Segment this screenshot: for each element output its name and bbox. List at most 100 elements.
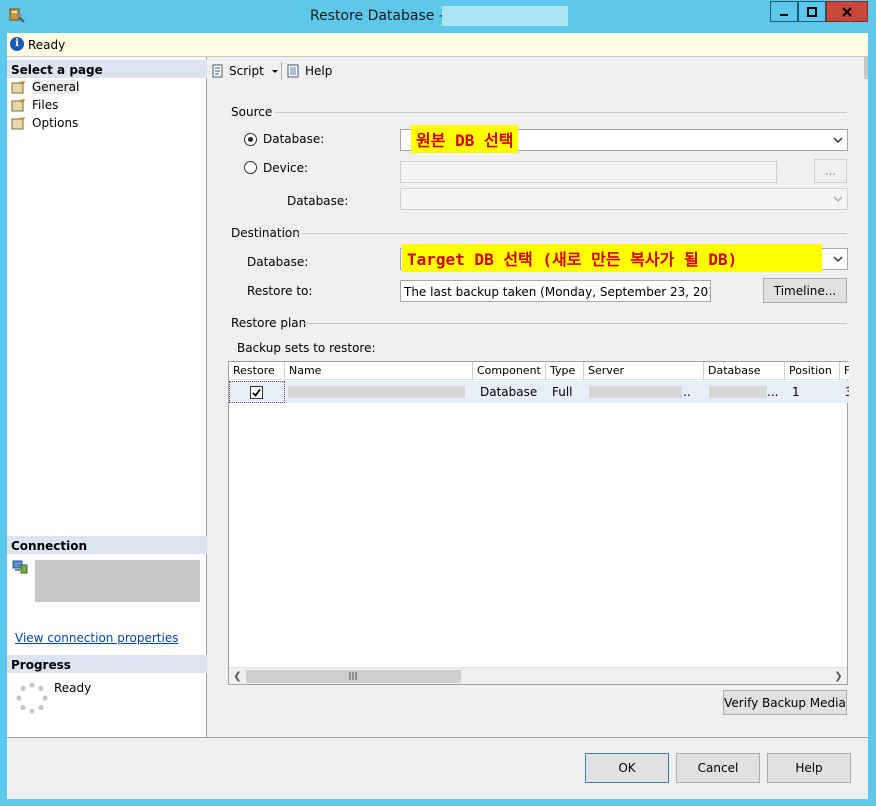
destination-group-line	[297, 233, 847, 234]
scrollbar-thumb[interactable]	[246, 670, 461, 683]
maximize-icon	[807, 6, 817, 17]
help-toolbar-label: Help	[305, 64, 333, 78]
destination-database-label: Database:	[247, 255, 309, 269]
wrench-page-icon	[11, 81, 25, 94]
destination-annotation: Target DB 선택 (새로 만든 복사가 될 DB)	[402, 244, 822, 272]
timeline-button[interactable]: Timeline...	[763, 278, 847, 303]
right-pane: Script Help Source Database: 원본 DB 선택 De…	[207, 57, 868, 737]
status-text: Ready	[28, 38, 66, 52]
close-icon	[842, 6, 852, 17]
component-cell: Database	[480, 385, 538, 399]
table-row[interactable]: Database Full .. ... 1 3	[229, 381, 849, 403]
scroll-right-button[interactable]: ❯	[830, 668, 847, 685]
chevron-down-icon	[833, 137, 843, 144]
restore-database-window: Restore Database - i Ready Select a page…	[0, 0, 876, 806]
checkmark-icon	[252, 388, 261, 397]
left-pane: Select a page General Files Options Conn…	[7, 57, 207, 737]
script-icon	[212, 64, 223, 78]
page-item-label: Options	[32, 116, 79, 130]
progress-spinner-icon	[16, 682, 48, 714]
redacted-backup-name	[288, 386, 465, 398]
bottom-separator	[7, 737, 868, 738]
device-source-label: Device:	[263, 161, 309, 175]
destination-group-label: Destination	[231, 226, 300, 240]
column-header-restore[interactable]: Restore	[229, 362, 285, 380]
redacted-server-value	[589, 386, 682, 398]
grid-header: Restore Name Component Type Server Datab…	[229, 362, 849, 380]
verify-backup-media-button[interactable]: Verify Backup Media	[723, 690, 847, 715]
device-database-label: Database:	[287, 194, 349, 208]
column-header-name[interactable]: Name	[285, 362, 473, 380]
vertical-scrollbar-stub[interactable]	[864, 57, 868, 79]
progress-header: Progress	[7, 655, 207, 673]
dropdown-arrow-icon	[271, 70, 278, 73]
scroll-left-button[interactable]: ❮	[229, 668, 246, 685]
cancel-button[interactable]: Cancel	[676, 753, 760, 783]
column-header-type[interactable]: Type	[546, 362, 584, 380]
select-page-header: Select a page	[7, 60, 207, 78]
column-header-database[interactable]: Database	[704, 362, 785, 380]
type-cell: Full	[552, 385, 573, 399]
database-source-radio[interactable]	[244, 133, 257, 146]
minimize-button[interactable]	[770, 1, 798, 22]
page-item-files[interactable]: Files	[11, 96, 58, 114]
help-button[interactable]: Help	[767, 753, 851, 783]
info-icon: i	[10, 37, 24, 51]
restore-to-label: Restore to:	[247, 284, 313, 298]
page-item-general[interactable]: General	[11, 78, 80, 96]
browse-device-button[interactable]: ...	[814, 159, 847, 183]
redacted-server-name	[442, 6, 568, 26]
device-database-combo[interactable]	[400, 188, 848, 210]
close-button[interactable]	[826, 1, 868, 22]
database-source-label: Database:	[263, 132, 325, 146]
script-label: Script	[229, 64, 264, 78]
view-connection-properties-link[interactable]: View connection properties	[15, 631, 178, 645]
restore-checkbox[interactable]	[250, 386, 263, 399]
restore-plan-group-label: Restore plan	[231, 316, 307, 330]
window-title: Restore Database -	[310, 8, 444, 24]
server-cell-suffix: ..	[683, 385, 691, 399]
column-header-truncated[interactable]: F	[840, 362, 849, 380]
page-item-options[interactable]: Options	[11, 114, 78, 132]
backup-sets-label: Backup sets to restore:	[237, 341, 376, 355]
ok-button[interactable]: OK	[585, 753, 669, 783]
maximize-button[interactable]	[798, 1, 826, 22]
chevron-down-icon	[833, 256, 843, 263]
horizontal-scrollbar[interactable]: ❮ ❯	[229, 667, 847, 684]
script-button[interactable]: Script	[210, 63, 280, 79]
toolbar-separator	[281, 62, 282, 80]
server-connection-icon	[12, 560, 28, 574]
wrench-page-icon	[11, 117, 25, 130]
device-source-radio[interactable]	[244, 161, 257, 174]
wrench-page-icon	[11, 99, 25, 112]
column-header-position[interactable]: Position	[785, 362, 840, 380]
restore-cell[interactable]	[229, 381, 285, 403]
status-bar: i Ready	[7, 33, 868, 57]
column-header-component[interactable]: Component	[473, 362, 546, 380]
backup-sets-grid[interactable]: Restore Name Component Type Server Datab…	[228, 361, 849, 685]
title-bar[interactable]: Restore Database -	[0, 0, 876, 32]
toolbar: Script Help	[207, 57, 868, 83]
dialog-client-area: Select a page General Files Options Conn…	[7, 57, 868, 799]
connection-header: Connection	[7, 536, 207, 554]
source-group-line	[275, 112, 847, 113]
device-path-field[interactable]	[400, 161, 777, 183]
restore-to-field[interactable]: The last backup taken (Monday, September…	[400, 280, 711, 302]
column-header-server[interactable]: Server	[584, 362, 704, 380]
source-group-label: Source	[231, 105, 273, 119]
redacted-connection-info	[35, 560, 200, 602]
position-cell: 1	[792, 385, 800, 399]
help-book-icon	[287, 64, 299, 78]
help-toolbar-button[interactable]: Help	[286, 63, 332, 79]
page-item-label: Files	[32, 98, 59, 112]
chevron-down-icon	[833, 196, 843, 203]
source-annotation: 원본 DB 선택	[411, 125, 519, 153]
redacted-database-value	[709, 386, 767, 398]
page-item-label: General	[32, 80, 80, 94]
database-restore-icon	[9, 8, 25, 23]
minimize-icon	[780, 13, 788, 16]
grip-icon	[349, 672, 357, 680]
restore-plan-group-line	[303, 323, 847, 324]
progress-status-text: Ready	[54, 681, 92, 695]
truncated-cell: 3	[845, 385, 849, 399]
